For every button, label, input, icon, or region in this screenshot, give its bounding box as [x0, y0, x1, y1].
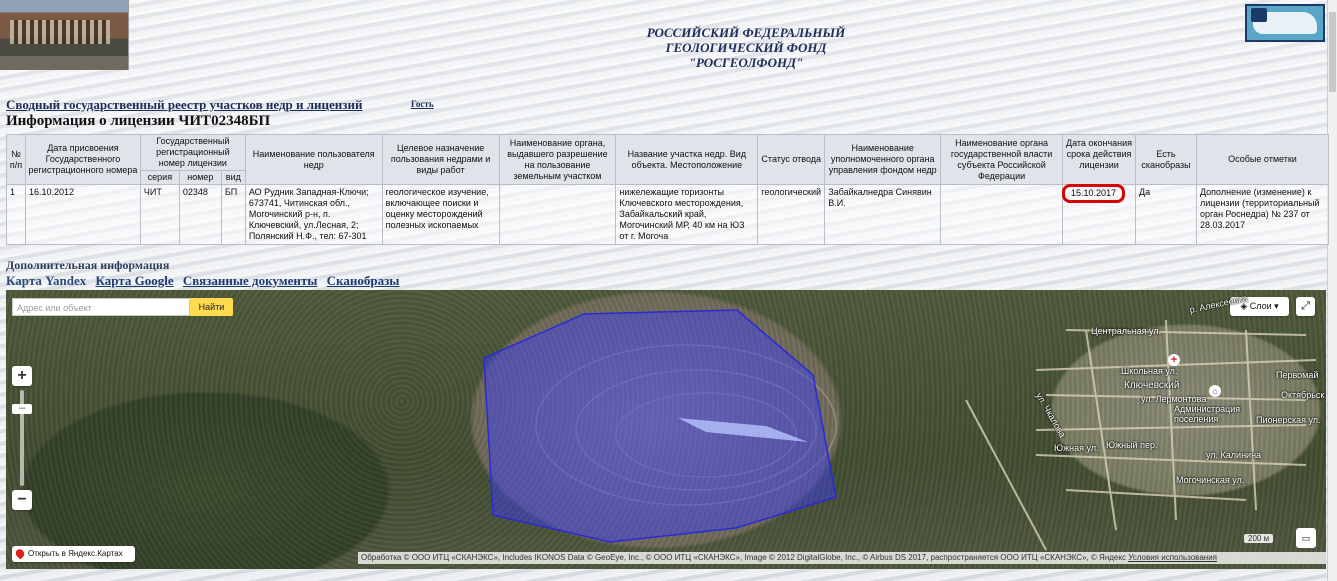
- cell-permit-org: [498, 184, 617, 245]
- rosgeolfond-logo: [1245, 4, 1325, 42]
- cell-num: 1: [6, 184, 26, 245]
- header-has-scans: Есть сканобразы: [1135, 134, 1197, 185]
- cell-regional-authority: [940, 184, 1064, 245]
- header-expiry-date: Дата окончания срока действия лицензии: [1062, 134, 1136, 185]
- open-in-yandex-label: Открыть в Яндекс.Картах: [28, 549, 123, 558]
- header-line-3: "РОСГЕОЛФОНД": [688, 55, 804, 70]
- header-authority: Наименование уполномоченного органа упра…: [824, 134, 942, 185]
- street-mogocha-label: Могочинская ул.: [1176, 475, 1245, 485]
- open-in-yandex-button[interactable]: Открыть в Яндекс.Картах: [12, 546, 135, 562]
- street-yuzhny-label: Южный пер.: [1106, 440, 1158, 450]
- map-scale: 200 м: [1244, 534, 1274, 543]
- page-header-title: РОССИЙСКИЙ ФЕДЕРАЛЬНЫЙ ГЕОЛОГИЧЕСКИЙ ФОН…: [560, 25, 932, 70]
- admin-building-icon[interactable]: ⌂: [1209, 385, 1221, 397]
- map-pin-icon: [13, 547, 27, 560]
- cell-expiry-date: 15.10.2017: [1062, 184, 1136, 245]
- street-school-label: Школьная ул.: [1121, 366, 1178, 376]
- expand-icon: ⤢: [1301, 300, 1310, 312]
- guest-link[interactable]: Гость: [411, 99, 434, 109]
- header-line-2: ГЕОЛОГИЧЕСКИЙ ФОНД: [665, 40, 827, 55]
- license-table: № п/п Дата присвоения Государственного р…: [6, 134, 1330, 245]
- license-title: Информация о лицензии ЧИТ02348БП: [6, 113, 271, 129]
- header-series: серия: [139, 170, 180, 185]
- map-tabs: Карта Yandex Карта Google Связанные доку…: [6, 273, 405, 289]
- license-area-polygon[interactable]: [483, 309, 837, 543]
- village-label: Ключевский: [1124, 380, 1180, 391]
- cell-number: 02348: [178, 184, 222, 245]
- expiry-date-highlight: 15.10.2017: [1062, 184, 1126, 203]
- header-regional-authority: Наименование органа государственной влас…: [940, 134, 1064, 185]
- street-lermontov-label: ул. Лермонтова: [1141, 394, 1207, 404]
- satellite-map[interactable]: Адрес или объект Найти ◈ Слои ▾ ⤢ + ▪▪▪ …: [6, 290, 1326, 569]
- cell-owner: АО Рудник Западная-Ключи; 673741, Читинс…: [244, 184, 383, 245]
- copyright-text: Обработка © ООО ИТЦ «СКАНЭКС», Includes …: [361, 553, 1126, 562]
- building-photo: [0, 0, 129, 70]
- village-roads: [965, 319, 1317, 551]
- page-scrollbar[interactable]: [1327, 0, 1337, 581]
- cell-purpose: геологическое изучение, включающее поиск…: [381, 184, 500, 245]
- chevron-down-icon: ▾: [1271, 301, 1279, 311]
- header-type: вид: [220, 170, 246, 185]
- hospital-icon[interactable]: +: [1168, 354, 1180, 366]
- cell-series: ЧИТ: [139, 184, 180, 245]
- additional-info-heading: Дополнительная информация: [6, 258, 170, 272]
- zoom-slider-thumb[interactable]: ▪▪▪: [12, 404, 32, 414]
- ruler-icon: ▭: [1301, 533, 1311, 543]
- fullscreen-button[interactable]: ⤢: [1296, 297, 1315, 316]
- cell-has-scans: Да: [1135, 184, 1197, 245]
- header-number: номер: [178, 170, 222, 185]
- street-pervomay-label: Первомай: [1276, 370, 1319, 380]
- header-purpose: Целевое назначение пользования недрами и…: [381, 134, 500, 185]
- terms-link[interactable]: Условия использования: [1128, 553, 1217, 562]
- header-reg-number: Государственный регистрационный номер ли…: [139, 134, 246, 171]
- header-permit-org: Наименование органа, выдавшего разрешени…: [498, 134, 617, 185]
- cell-type: БП: [220, 184, 246, 245]
- header-site-name: Название участка недр. Вид объекта. Мест…: [615, 134, 759, 185]
- header-num: № п/п: [6, 134, 26, 185]
- street-pioneer-label: Пионерская ул.: [1256, 415, 1321, 425]
- header-line-1: РОССИЙСКИЙ ФЕДЕРАЛЬНЫЙ: [646, 25, 846, 40]
- tab-scans[interactable]: Сканобразы: [327, 273, 400, 288]
- header-owner: Наименование пользователя недр: [244, 134, 383, 185]
- tab-yandex-map[interactable]: Карта Yandex: [6, 273, 86, 288]
- tab-google-map[interactable]: Карта Google: [96, 273, 174, 288]
- cell-notes: Дополнение (изменение) к лицензии (терри…: [1195, 184, 1330, 245]
- header-notes: Особые отметки: [1195, 134, 1330, 185]
- table-row: 1 16.10.2012 ЧИТ 02348 БП АО Рудник Запа…: [6, 184, 1330, 245]
- map-copyright: Обработка © ООО ИТЦ «СКАНЭКС», Includes …: [358, 552, 1326, 564]
- layers-label: Слои: [1249, 301, 1272, 311]
- header-date-assigned: Дата присвоения Государственного регистр…: [24, 134, 141, 185]
- ruler-button[interactable]: ▭: [1296, 528, 1316, 548]
- street-oktyabr-label: Октябрьск: [1281, 390, 1325, 400]
- cell-authority: Забайкалнедра Синявин В.И.: [824, 184, 942, 245]
- street-central-label: Центральная ул.: [1091, 326, 1162, 336]
- zoom-in-button[interactable]: +: [12, 366, 32, 386]
- street-southern-label: Южная ул.: [1054, 443, 1099, 453]
- zoom-out-button[interactable]: −: [12, 490, 32, 510]
- cell-date-assigned: 16.10.2012: [24, 184, 141, 245]
- header-allotment-status: Статус отвода: [757, 134, 826, 185]
- tab-related-documents[interactable]: Связанные документы: [183, 273, 318, 288]
- map-search-button[interactable]: Найти: [190, 298, 233, 316]
- admin-label: Администрация поселения: [1174, 404, 1241, 424]
- street-kalinin-label: ул. Калинина: [1206, 450, 1262, 460]
- header-expiry-date-text: Дата окончания срока действия лицензии: [1066, 137, 1133, 170]
- cell-allotment-status: геологический: [757, 184, 826, 245]
- registry-link[interactable]: Сводный государственный реестр участков …: [6, 97, 362, 113]
- cell-site-name: нижележащие горизонты Ключевского местор…: [615, 184, 759, 245]
- map-search-input[interactable]: Адрес или объект: [12, 298, 190, 316]
